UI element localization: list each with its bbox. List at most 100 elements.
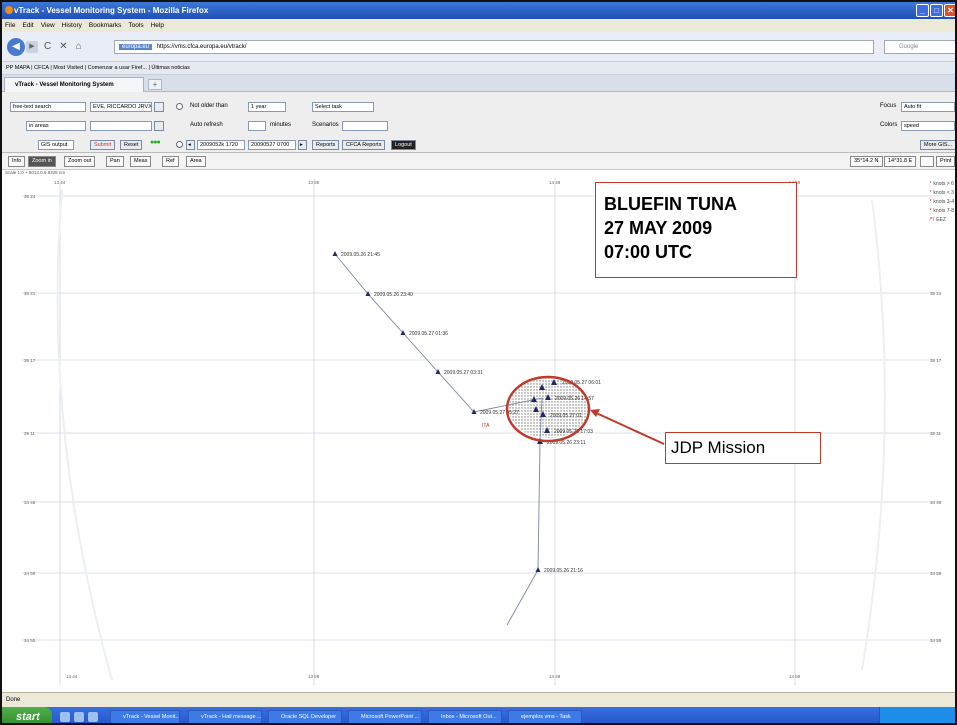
nav-icons: C ✕ ⌂ bbox=[44, 41, 82, 52]
legend-label: EEZ bbox=[936, 217, 946, 223]
lon-label: 14 59 bbox=[789, 674, 801, 679]
taskbar-item[interactable]: Oracle SQL Developer bbox=[268, 710, 342, 723]
area-picker-button[interactable] bbox=[154, 121, 164, 131]
lat-label: 34 55 bbox=[24, 638, 36, 643]
quick-launch-icon[interactable] bbox=[74, 712, 84, 722]
minimize-button[interactable]: _ bbox=[916, 4, 929, 17]
quick-launch-icon[interactable] bbox=[88, 712, 98, 722]
scenarios-label: Scenarios bbox=[312, 122, 339, 128]
start-button[interactable]: start bbox=[2, 707, 52, 723]
app-header: free-text search EVE, RICCARDO JRVX in a… bbox=[2, 92, 955, 153]
map-svg[interactable]: 2009.05.26 21:45 2009.05.26 23:40 2009.0… bbox=[2, 170, 957, 692]
cfca-reports-button[interactable]: CFCA Reports bbox=[342, 140, 386, 150]
legend-item: * knots < 3 bbox=[929, 189, 954, 198]
firefox-icon bbox=[5, 6, 13, 14]
auto-refresh-label: Auto refresh bbox=[190, 122, 223, 128]
menu-file[interactable]: File bbox=[5, 19, 15, 32]
area-tool-button[interactable]: Area bbox=[186, 156, 206, 167]
map-canvas[interactable]: Scale 1:0 + 5013.0.6 8328 nm 2009.05.26 … bbox=[2, 170, 957, 692]
position-marker[interactable] bbox=[535, 567, 541, 572]
stop-icon[interactable]: ✕ bbox=[59, 41, 67, 52]
zoom-out-tool-button[interactable]: Zoom out bbox=[64, 156, 96, 167]
menu-help[interactable]: Help bbox=[151, 19, 164, 32]
area-input[interactable] bbox=[90, 121, 152, 131]
position-label: 2009.05.26 21:16 bbox=[544, 568, 583, 574]
status-dots-icon: ●●● bbox=[150, 139, 161, 146]
tab-vtrack[interactable]: vTrack - Vessel Monitoring System bbox=[4, 77, 144, 92]
maximize-button[interactable]: □ bbox=[930, 4, 943, 17]
lat-label: 34 59 bbox=[930, 571, 942, 576]
info-tool-button[interactable]: Info bbox=[8, 156, 26, 167]
position-label: 2009.05.26 23:40 bbox=[374, 292, 413, 298]
gis-output-select[interactable]: GIS output bbox=[38, 140, 74, 150]
scenarios-select[interactable] bbox=[342, 121, 388, 131]
measure-tool-button[interactable]: Meas bbox=[130, 156, 152, 167]
close-button[interactable]: ✕ bbox=[944, 4, 955, 17]
lat-label: 34 55 bbox=[930, 638, 942, 643]
taskbar-item[interactable]: ejemplos vms - Task bbox=[508, 710, 582, 723]
forward-button[interactable]: ▶ bbox=[26, 41, 38, 53]
lat-label: 35 24 bbox=[24, 194, 36, 199]
taskbar-item[interactable]: vTrack - Vessel Monit... bbox=[110, 710, 180, 723]
submit-button[interactable]: Submit bbox=[90, 140, 116, 150]
vessel-input[interactable]: EVE, RICCARDO JRVX bbox=[90, 102, 152, 112]
menu-edit[interactable]: Edit bbox=[22, 19, 33, 32]
lon-label: 14 49 bbox=[549, 674, 561, 679]
menu-tools[interactable]: Tools bbox=[128, 19, 143, 32]
not-older-select[interactable]: 1 year bbox=[248, 102, 286, 112]
taskbar-item[interactable]: Microsoft PowerPoint ... bbox=[348, 710, 422, 723]
area-mode-select[interactable]: in areas bbox=[26, 121, 86, 131]
auto-refresh-input[interactable] bbox=[248, 121, 266, 131]
search-input[interactable]: Google bbox=[884, 40, 955, 54]
logout-label: Logout bbox=[395, 142, 412, 148]
reset-button[interactable]: Reset bbox=[120, 140, 143, 150]
date-to-input[interactable]: 20090527 0700 bbox=[248, 140, 296, 150]
print-button[interactable]: Print bbox=[936, 156, 955, 167]
position-label: 2009.05.27 01:36 bbox=[409, 331, 448, 337]
system-tray[interactable] bbox=[879, 707, 955, 723]
url-bar[interactable]: europa.eu https://vms.cfca.europa.eu/vtr… bbox=[114, 40, 874, 54]
quick-launch-icon[interactable] bbox=[60, 712, 70, 722]
minutes-label: minutes bbox=[270, 122, 292, 128]
date-prev-button[interactable]: ◂ bbox=[186, 140, 195, 150]
browser-window: vTrack - Vessel Monitoring System - Mozi… bbox=[0, 0, 957, 725]
focus-label: Focus bbox=[880, 103, 897, 109]
headline-line: 27 MAY 2009 bbox=[604, 218, 713, 238]
pan-tool-button[interactable]: Pan bbox=[106, 156, 124, 167]
menu-view[interactable]: View bbox=[41, 19, 55, 32]
date-from-input[interactable]: 2009052k 1720 bbox=[197, 140, 245, 150]
lat-label: 35 21 bbox=[24, 291, 36, 296]
site-identity-badge[interactable]: europa.eu bbox=[119, 44, 153, 50]
menu-bookmarks[interactable]: Bookmarks bbox=[89, 19, 122, 32]
menu-history[interactable]: History bbox=[62, 19, 82, 32]
lat-label: 35 17 bbox=[930, 358, 942, 363]
bookmarks-toolbar[interactable]: PP MAPA | CFCA | Most Visited | Comenzar… bbox=[2, 62, 955, 75]
task-select[interactable]: Select task bbox=[312, 102, 374, 112]
eez-boundary bbox=[861, 199, 886, 671]
new-tab-button[interactable]: + bbox=[148, 79, 162, 90]
not-older-radio[interactable] bbox=[176, 103, 183, 110]
back-button[interactable]: ◀ bbox=[7, 38, 25, 56]
reports-button[interactable]: Reports bbox=[312, 140, 340, 150]
legend-label: knots > 6 bbox=[933, 181, 954, 187]
logout-button[interactable]: Logout bbox=[391, 140, 416, 150]
date-range-radio[interactable] bbox=[176, 141, 183, 148]
taskbar-item[interactable]: Inbox - Microsoft Out... bbox=[428, 710, 502, 723]
zoom-in-tool-button[interactable]: Zoom in bbox=[28, 156, 56, 167]
home-icon[interactable]: ⌂ bbox=[76, 41, 82, 52]
window-controls: _ □ ✕ bbox=[916, 4, 955, 17]
bookmarks-text[interactable]: PP MAPA | CFCA | Most Visited | Comenzar… bbox=[6, 65, 190, 71]
reload-icon[interactable]: C bbox=[44, 41, 51, 52]
ref-tool-button[interactable]: Ref bbox=[162, 156, 179, 167]
search-mode-select[interactable]: free-text search bbox=[10, 102, 86, 112]
focus-select[interactable]: Auto fit bbox=[901, 102, 955, 112]
position-marker[interactable] bbox=[332, 251, 338, 256]
colors-select[interactable]: speed bbox=[901, 121, 955, 131]
map-option-button[interactable] bbox=[920, 156, 934, 167]
eez-icon: /*/ bbox=[929, 217, 935, 223]
vessel-picker-button[interactable] bbox=[154, 102, 164, 112]
more-gis-button[interactable]: More GIS... bbox=[920, 140, 955, 150]
date-next-button[interactable]: ▸ bbox=[298, 140, 307, 150]
taskbar-item[interactable]: vTrack - Hail message ... bbox=[188, 710, 262, 723]
lon-label: 13 59 bbox=[308, 674, 320, 679]
